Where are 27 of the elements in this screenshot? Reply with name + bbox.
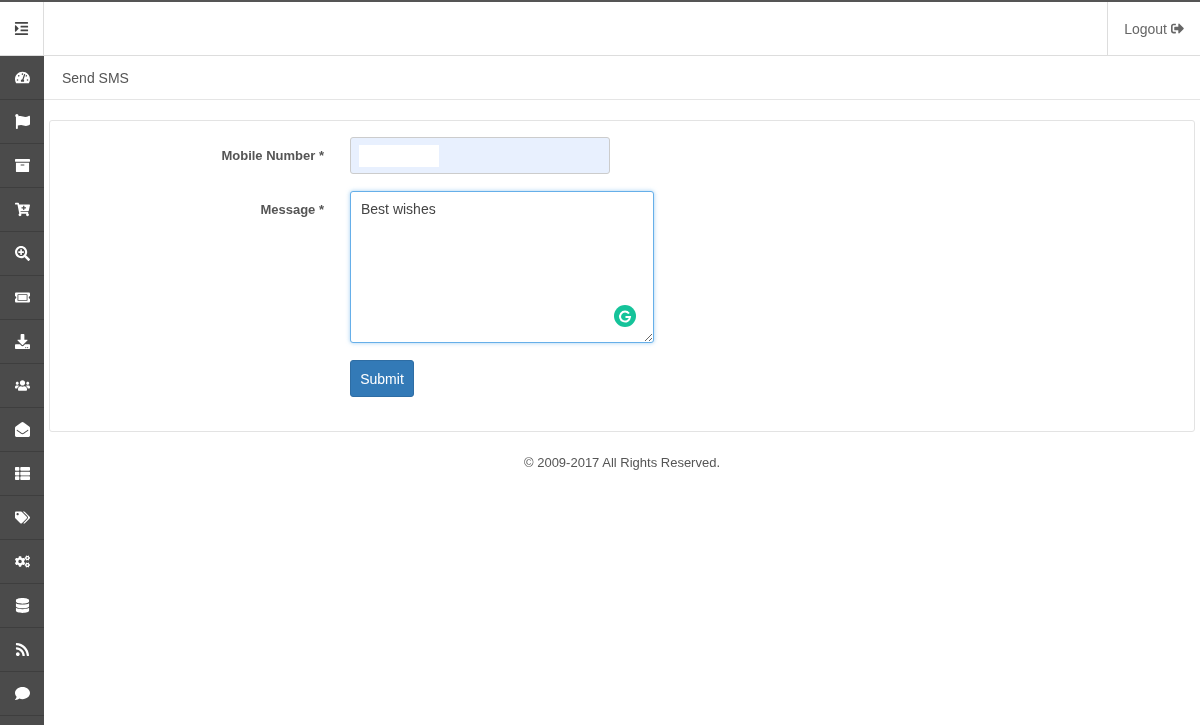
- message-field[interactable]: Best wishes: [350, 191, 654, 343]
- field-label: Mobile Number *: [220, 147, 324, 163]
- menu-toggle-button[interactable]: [0, 2, 44, 56]
- copyright-text: © 2009-2017 All Rights Reserved.: [524, 455, 720, 470]
- submit-button[interactable]: Submit: [350, 360, 414, 397]
- logout-icon: [1171, 22, 1184, 35]
- rss-icon: [14, 642, 30, 657]
- logout-link[interactable]: Logout: [1107, 2, 1200, 55]
- envelope-icon: [14, 422, 30, 437]
- page-title: Send SMS: [62, 69, 129, 86]
- flag-icon: [14, 114, 30, 129]
- mobile-number-field[interactable]: [350, 137, 610, 174]
- gears-icon: [14, 554, 30, 569]
- gauge-icon: [14, 70, 30, 85]
- speech-bubble-icon: [14, 686, 30, 701]
- list-icon: [14, 466, 30, 481]
- archive-icon: [14, 158, 30, 173]
- download-icon: [14, 334, 30, 349]
- zoom-in-icon: [14, 246, 30, 261]
- grammar-check-icon[interactable]: [614, 305, 636, 327]
- menu-icon: [14, 21, 29, 36]
- field-label: Message *: [259, 201, 324, 217]
- ticket-icon: [14, 290, 30, 305]
- tags-icon: [14, 510, 30, 525]
- database-icon: [14, 598, 30, 613]
- cart-icon: [14, 202, 30, 217]
- users-icon: [14, 378, 30, 393]
